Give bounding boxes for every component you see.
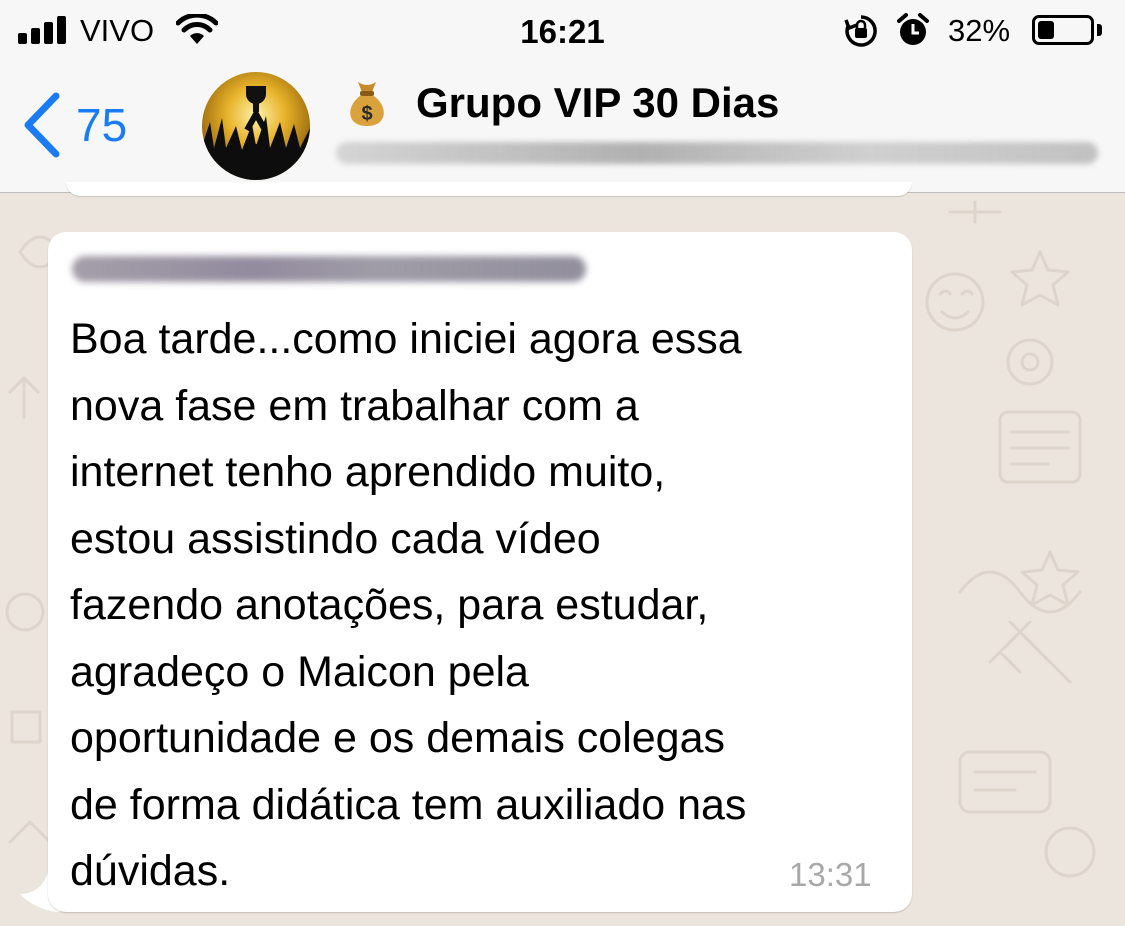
message-timestamp: 13:31 — [789, 856, 872, 893]
svg-text:$: $ — [361, 103, 372, 125]
battery-icon — [1032, 15, 1094, 45]
chat-header: 75 $ Grupo VIP 30 Dias — [0, 62, 1125, 193]
group-avatar[interactable] — [202, 72, 310, 180]
alarm-icon — [897, 13, 929, 45]
rotation-lock-icon — [844, 15, 877, 47]
unread-count: 75 — [76, 99, 128, 151]
chevron-left-icon — [24, 92, 60, 158]
participants-blurred — [336, 142, 1098, 164]
trophy-crowd-image — [202, 72, 310, 180]
previous-message-bubble — [66, 182, 912, 196]
battery-nub — [1097, 24, 1102, 36]
status-bar: VIVO 16:21 32% — [0, 0, 1125, 62]
sender-name-blurred — [72, 256, 586, 282]
group-name: Grupo VIP 30 Dias — [416, 79, 780, 126]
battery-percent: 32% — [948, 13, 1011, 48]
group-title[interactable]: $ Grupo VIP 30 Dias — [344, 78, 779, 128]
back-button[interactable]: 75 — [22, 90, 127, 160]
money-bag-icon: $ — [350, 82, 384, 126]
message-text: Boa tarde...como iniciei agora essa nova… — [70, 315, 747, 895]
